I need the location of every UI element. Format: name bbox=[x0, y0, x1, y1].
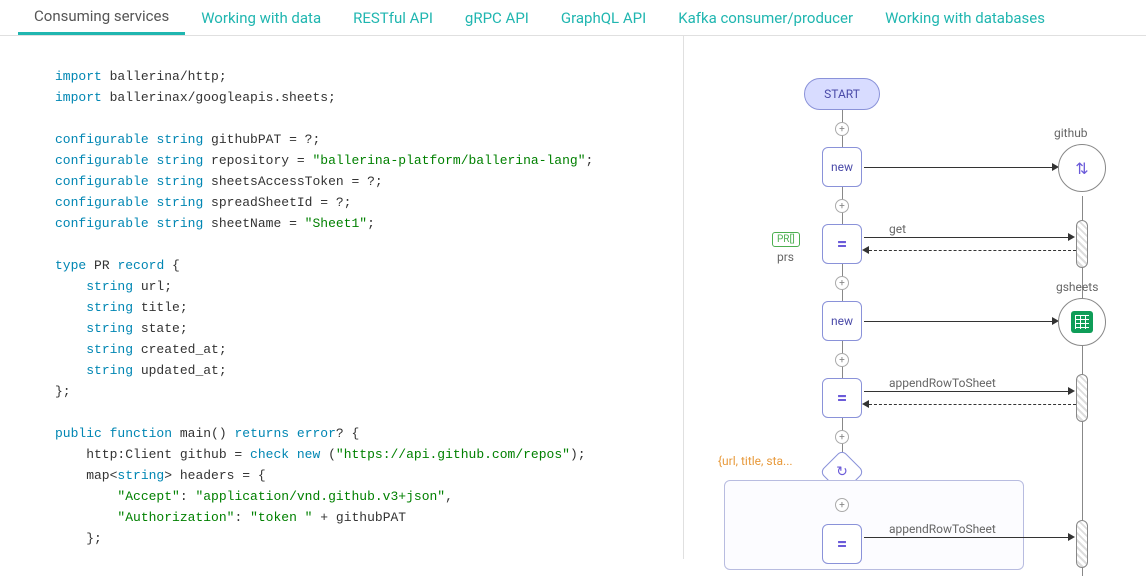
connector-line bbox=[864, 537, 1070, 538]
tab-restful-api[interactable]: RESTful API bbox=[337, 0, 449, 35]
main-content: import ballerina/http; import ballerinax… bbox=[0, 36, 1146, 559]
diagram-pane: START + new github ⇅ + = PR[] prs get + … bbox=[684, 36, 1146, 559]
plus-icon[interactable]: + bbox=[835, 122, 849, 136]
type-tag: PR[] bbox=[772, 232, 800, 247]
append-label-2: appendRowToSheet bbox=[889, 522, 996, 536]
sheets-icon bbox=[1071, 311, 1093, 333]
tab-working-with-data[interactable]: Working with data bbox=[185, 0, 337, 35]
connector-dashed bbox=[864, 250, 1076, 251]
new-node-1[interactable]: new bbox=[822, 147, 862, 187]
tab-databases[interactable]: Working with databases bbox=[869, 0, 1061, 35]
tab-consuming-services[interactable]: Consuming services bbox=[18, 0, 185, 35]
start-node[interactable]: START bbox=[804, 78, 880, 110]
github-icon: ⇅ bbox=[1075, 159, 1088, 178]
connector-line bbox=[864, 237, 1070, 238]
arrow-right-icon bbox=[1068, 387, 1075, 395]
code-block: import ballerina/http; import ballerinax… bbox=[55, 66, 643, 549]
prs-label: prs bbox=[777, 250, 794, 264]
arrow-right-icon bbox=[1068, 533, 1075, 541]
assign-node-2[interactable]: = bbox=[822, 378, 862, 418]
code-pane: import ballerina/http; import ballerinax… bbox=[0, 36, 684, 559]
plus-icon[interactable]: + bbox=[835, 199, 849, 213]
arrow-left-icon bbox=[862, 246, 869, 254]
tab-graphql-api[interactable]: GraphQL API bbox=[545, 0, 662, 35]
tab-bar: Consuming services Working with data RES… bbox=[0, 0, 1146, 36]
assign-node-1[interactable]: = bbox=[822, 224, 862, 264]
plus-icon[interactable]: + bbox=[835, 353, 849, 367]
github-label: github bbox=[1054, 126, 1088, 140]
append-label: appendRowToSheet bbox=[889, 376, 996, 390]
activation-bar bbox=[1076, 520, 1088, 568]
tab-grpc-api[interactable]: gRPC API bbox=[449, 0, 545, 35]
activation-bar bbox=[1076, 220, 1088, 268]
connector-dashed bbox=[864, 404, 1076, 405]
plus-icon[interactable]: + bbox=[835, 498, 849, 512]
arrow-right-icon bbox=[1068, 233, 1075, 241]
connector-line bbox=[864, 391, 1070, 392]
activation-bar bbox=[1076, 374, 1088, 422]
plus-icon[interactable]: + bbox=[835, 430, 849, 444]
gsheets-endpoint[interactable] bbox=[1058, 298, 1106, 346]
connector-line bbox=[864, 321, 1054, 322]
connector-line bbox=[864, 167, 1054, 168]
new-node-2[interactable]: new bbox=[822, 301, 862, 341]
gsheets-label: gsheets bbox=[1056, 280, 1098, 294]
tab-kafka[interactable]: Kafka consumer/producer bbox=[662, 0, 869, 35]
github-endpoint[interactable]: ⇅ bbox=[1058, 144, 1106, 192]
plus-icon[interactable]: + bbox=[835, 276, 849, 290]
assign-node-3[interactable]: = bbox=[822, 524, 862, 564]
arrow-left-icon bbox=[862, 400, 869, 408]
get-label: get bbox=[889, 222, 906, 236]
foreach-label: {url, title, sta... bbox=[718, 454, 793, 468]
